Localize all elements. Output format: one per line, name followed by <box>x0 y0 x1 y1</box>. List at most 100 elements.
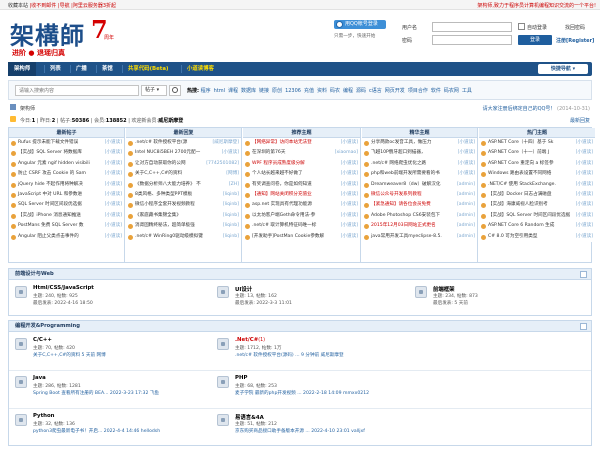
home-icon[interactable] <box>10 104 16 110</box>
topic-item[interactable]: C# 8.0 可为空引用类型 [小道读] <box>479 231 595 242</box>
announcement[interactable]: 请大家注册后绑定自己的QQ号！ (2014-10-31) <box>483 105 590 112</box>
topic-item[interactable]: 在深圳的第76天 [xiaomao] <box>243 148 360 159</box>
forum-icon[interactable] <box>415 286 427 298</box>
topic-item[interactable]: 关于C,C++,C#的资料 [网博] <box>126 169 241 180</box>
username-input[interactable] <box>432 22 512 32</box>
topic-author[interactable]: [liqinb] <box>221 221 239 232</box>
hot-keyword[interactable]: 资料 <box>317 88 327 94</box>
topic-column-title[interactable]: 精华主题 <box>362 128 477 138</box>
topic-item[interactable]: 微信公众号开发系列教程 [admin] <box>362 189 477 201</box>
topic-author[interactable]: [小道读] <box>103 158 122 170</box>
topic-author[interactable]: [小道读] <box>339 179 358 190</box>
find-password-link[interactable]: 找回密码 <box>565 24 585 31</box>
topic-item[interactable]: 【实战】SQL Server 将数据库 [小道读] <box>9 148 124 159</box>
login-button[interactable]: 登录 <box>518 35 552 45</box>
topic-column-title[interactable]: 推荐主题 <box>243 128 360 138</box>
forum-name[interactable]: UI设计 <box>235 285 252 293</box>
topic-column-title[interactable]: 热门主题 <box>479 128 595 138</box>
qq-login-button[interactable]: 用QQ帐号登录 <box>334 20 386 29</box>
topic-author[interactable]: [admin] <box>456 189 475 201</box>
hot-keyword[interactable]: 软件 <box>431 88 441 94</box>
forum-name[interactable]: Html/CSS/JavaScript <box>33 285 94 291</box>
topic-author[interactable]: [admin] <box>456 231 475 242</box>
new-replies-link[interactable]: 最新回复 <box>570 117 590 124</box>
topic-author[interactable]: [小道读] <box>574 189 593 201</box>
topic-item[interactable]: php和web前端开发所需要看的书 [小道读] <box>362 169 477 180</box>
topic-author[interactable]: [liqinb] <box>221 189 239 201</box>
topic-item[interactable]: ASP.NET Core（十四）基于 Sk [小道读] <box>479 138 595 149</box>
topic-column-title[interactable]: 最新帖子 <box>9 128 124 138</box>
topic-author[interactable]: [小道读] <box>220 148 239 159</box>
topic-author[interactable]: [小道读] <box>574 200 593 211</box>
forum-icon[interactable] <box>15 376 27 388</box>
topic-item[interactable]: 分享两款oc发音工具，做压力 [小道读] <box>362 138 477 149</box>
topic-item[interactable]: Angular 元素 ngif hidden visibili [小道读] <box>9 158 124 170</box>
topic-item[interactable]: asp.net 实现具有代理功能源 [小道读] <box>243 200 360 211</box>
forum-icon[interactable] <box>217 286 229 298</box>
hot-keyword[interactable]: 工具 <box>462 88 472 94</box>
last-post-link[interactable]: Spring Boot 查看所有注册的 BEA... 2022-3-23 17:… <box>33 391 159 396</box>
topic-item[interactable]: Adobe Photoshop CS6安装包下 [admin] <box>362 210 477 222</box>
section-header-programming[interactable]: 编程开发&Programming <box>8 320 592 332</box>
hot-keyword[interactable]: 源码 <box>356 88 366 94</box>
register-link[interactable]: 注册[Register] <box>556 37 594 44</box>
topic-item[interactable]: ASP.NET Core（十一）前端 J [小道读] <box>479 148 595 159</box>
topic-item[interactable]: [开发助手]PostMan Cookie参数解 [小道读] <box>243 231 360 242</box>
last-post-link[interactable]: .net/c# 软件授权平台(源码) ... 9 分钟前 威尼斯摩登 <box>235 353 344 358</box>
topic-author[interactable]: [liqinb] <box>221 231 239 242</box>
hot-keyword[interactable]: 原创 <box>272 88 282 94</box>
topic-item[interactable]: .net/c# WinRing0驱动级模拟键 [liqinb] <box>126 231 241 242</box>
topic-item[interactable]: Dreamweaver8（dw）破解汉化 [admin] <box>362 179 477 190</box>
forum-icon[interactable] <box>217 376 229 388</box>
search-input[interactable] <box>15 85 139 96</box>
topic-item[interactable]: 防止 CSRF 攻击 Cookie 的 Sam [小道读] <box>9 169 124 180</box>
topic-item[interactable]: jQuery hide 不起作用将种解决 [小道读] <box>9 179 124 190</box>
hot-keyword[interactable]: 链接 <box>259 88 269 94</box>
nav-shared-code[interactable]: 共享代码(Beta) <box>128 62 168 76</box>
topic-author[interactable]: [admin] <box>456 200 475 211</box>
topic-author[interactable]: [小道读] <box>574 169 593 180</box>
topic-item[interactable]: ASP.NET Core 6 Random 生成 [小道读] <box>479 221 595 232</box>
last-post-link[interactable]: 麦子学院 最新的php开发视频 ... 2022-2-18 14:09 mmxx… <box>235 391 369 396</box>
topic-author[interactable]: [威尼斯摩登] <box>211 138 239 149</box>
topic-column-title[interactable]: 最新回复 <box>126 128 241 138</box>
hot-keyword[interactable]: 项目合作 <box>408 88 428 94</box>
topic-item[interactable]: Windows 路由表设置不同网络 [小道读] <box>479 169 595 180</box>
topic-author[interactable]: [小道读] <box>103 169 122 180</box>
topic-item[interactable]: 飞越10P俄牙超口到描器， [小道读] <box>362 148 477 159</box>
last-post-link[interactable]: 关于C,C++,C#的资料 5 天前 网博 <box>33 353 106 358</box>
nav-blog[interactable]: 小道读博客 <box>187 62 214 76</box>
topic-item[interactable]: .net/c# 网络爬虫优化之路 [小道读] <box>362 158 477 170</box>
topic-item[interactable]: 微信小程序全套开发视频教程 [liqinb] <box>126 200 241 211</box>
topic-item[interactable]: ASP.NET Core 重定向 a 标签参 [小道读] <box>479 158 595 170</box>
collapse-icon[interactable] <box>580 323 587 330</box>
topic-item[interactable]: 【实战】SQL Server 时间区间段优选据 [小道读] <box>479 210 595 222</box>
topic-item[interactable]: 《数据分析师八大能力培养》 不 [ZH] <box>126 179 241 190</box>
topic-author[interactable]: [小道读] <box>103 231 122 242</box>
topic-author[interactable]: [小道读] <box>456 138 475 149</box>
topic-item[interactable]: JavaScript 中对 URL 和参数进 [小道读] <box>9 189 124 201</box>
topic-author[interactable]: [小道读] <box>339 158 358 170</box>
topic-author[interactable]: [小道读] <box>339 169 358 180</box>
topic-item[interactable]: 【通知】网站关闭积分充值业 [小道读] <box>243 189 360 201</box>
nav-broadcast[interactable]: 广播 <box>76 62 87 76</box>
collapse-icon[interactable] <box>580 271 587 278</box>
topic-author[interactable]: [小道读] <box>339 200 358 211</box>
topic-item[interactable]: 《家庭藏书集锦全集》 [liqinb] <box>126 210 241 222</box>
hot-keyword[interactable]: 网页开发 <box>385 88 405 94</box>
forum-icon[interactable] <box>217 414 229 426</box>
topic-author[interactable]: [小道读] <box>574 221 593 232</box>
topic-item[interactable]: 2015年12月03日网站正式更名 [admin] <box>362 221 477 232</box>
forum-icon[interactable] <box>15 414 27 426</box>
topic-author[interactable]: [小道读] <box>103 138 122 149</box>
topic-item[interactable]: 【紧急通知】请各位会员免费 [admin] <box>362 200 477 211</box>
nav-home[interactable]: 架构师 <box>8 62 37 76</box>
topic-item[interactable]: .NET/C# 使用 StackExchange. [小道读] <box>479 179 595 190</box>
topic-author[interactable]: [小道读] <box>456 169 475 180</box>
topic-author[interactable]: [小道读] <box>456 158 475 170</box>
topic-author[interactable]: [ZH] <box>227 179 239 190</box>
topic-author[interactable]: [小道读] <box>339 231 358 242</box>
forum-icon[interactable] <box>15 286 27 298</box>
forum-name[interactable]: C/C++ <box>33 337 52 343</box>
forum-name[interactable]: PHP <box>235 375 247 381</box>
